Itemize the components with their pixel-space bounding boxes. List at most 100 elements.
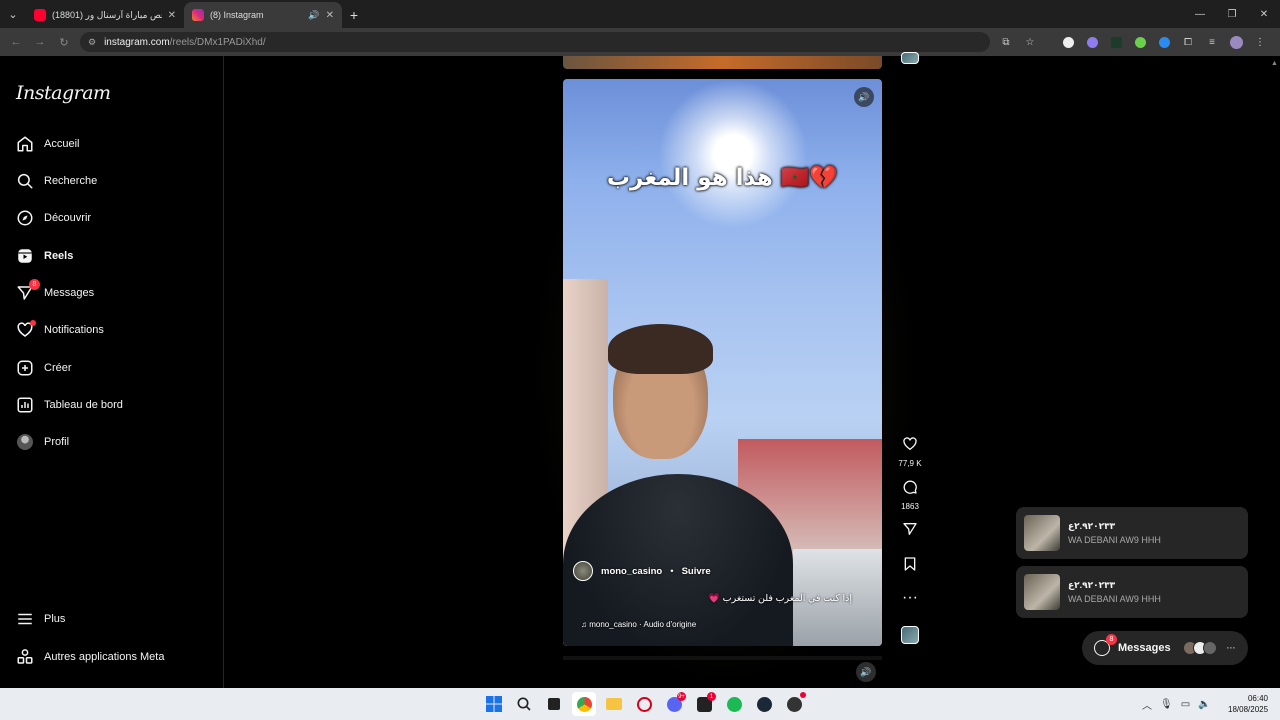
- follow-button[interactable]: Suivre: [682, 566, 711, 577]
- speaker-icon[interactable]: 🔈: [1198, 699, 1210, 710]
- close-window-button[interactable]: ✕: [1248, 0, 1280, 28]
- sidebar-item-dashboard[interactable]: Tableau de bord: [16, 393, 123, 417]
- forward-button[interactable]: →: [28, 36, 52, 48]
- more-horizontal-icon[interactable]: ···: [902, 590, 918, 606]
- sidebar-item-label: Recherche: [44, 175, 98, 187]
- tab-search-button[interactable]: ⌄: [0, 0, 26, 28]
- separator: •: [670, 565, 674, 577]
- more-avatars-indicator: ···: [1226, 643, 1236, 653]
- scrollbar-up-arrow[interactable]: ▲: [1271, 60, 1278, 67]
- extensions-area: ⧉ ☆ ⧠ ≡ ⋮: [996, 28, 1270, 56]
- discord-icon[interactable]: 9+: [662, 692, 686, 716]
- spotify-icon[interactable]: [722, 692, 746, 716]
- next-reel-edge[interactable]: [563, 656, 882, 660]
- address-bar[interactable]: ⚙ instagram.com /reels/DMx1PADiXhd/: [80, 32, 990, 52]
- tab-close-icon[interactable]: ✕: [168, 10, 176, 21]
- back-button[interactable]: ←: [4, 36, 28, 48]
- share-icon[interactable]: [902, 521, 918, 541]
- reel-overlay-title: هذا هو المغرب 🇲🇦💔: [606, 165, 839, 191]
- home-icon: [16, 135, 34, 153]
- site-info-icon[interactable]: ⚙: [88, 37, 96, 48]
- like-action[interactable]: 77,9 K: [896, 436, 924, 468]
- install-app-icon[interactable]: ⧉: [996, 32, 1016, 52]
- comment-count: 1863: [901, 502, 919, 511]
- profile-avatar[interactable]: [1226, 32, 1246, 52]
- audio-thumbnail[interactable]: [901, 626, 919, 644]
- comment-icon[interactable]: [902, 479, 918, 499]
- sidebar-item-label: Plus: [44, 613, 66, 625]
- file-explorer-icon[interactable]: [602, 692, 626, 716]
- sidebar-item-profile[interactable]: Profil: [16, 430, 69, 454]
- previous-reel-edge[interactable]: [563, 56, 882, 69]
- sidebar-item-more[interactable]: Plus: [16, 607, 65, 631]
- browser-toolbar: ← → ↻ ⚙ instagram.com /reels/DMx1PADiXhd…: [0, 28, 1280, 56]
- comment-action[interactable]: 1863: [896, 479, 924, 511]
- notify-dot: [800, 692, 806, 698]
- sidebar-item-notifications[interactable]: Notifications: [16, 318, 104, 342]
- save-action[interactable]: [896, 556, 924, 576]
- extension-icon[interactable]: [1082, 32, 1102, 52]
- tray-chevron-up-icon[interactable]: ︿: [1142, 697, 1152, 712]
- steam-icon[interactable]: [752, 692, 776, 716]
- extension-icon[interactable]: [1154, 32, 1174, 52]
- messenger-icon: 8: [1094, 634, 1117, 656]
- clock-date: 18/08/2025: [1228, 705, 1269, 714]
- system-clock[interactable]: 06:40 18/08/2025: [1228, 693, 1268, 715]
- extension-icon[interactable]: [1058, 32, 1078, 52]
- tab-close-icon[interactable]: ✕: [326, 10, 334, 21]
- sidebar-item-messages[interactable]: 8 Messages: [16, 279, 94, 305]
- new-tab-button[interactable]: +: [342, 2, 366, 28]
- reading-list-icon[interactable]: ≡: [1202, 32, 1222, 52]
- reel-username[interactable]: mono_casino: [601, 566, 662, 577]
- browser-tab-instagram[interactable]: (8) Instagram 🔊 ✕: [184, 2, 342, 28]
- sidebar-item-meta-apps[interactable]: Autres applications Meta: [16, 645, 164, 669]
- tab-title: (18801) ملخص مباراة آرسنال ور: [52, 9, 162, 20]
- app-icon-dark[interactable]: 1: [692, 692, 716, 716]
- avatar[interactable]: [573, 561, 593, 581]
- reload-button[interactable]: ↻: [52, 36, 76, 49]
- microphone-icon[interactable]: 🎙: [1160, 699, 1173, 710]
- volume-icon[interactable]: 🔊: [854, 87, 874, 107]
- extension-icon[interactable]: [1106, 32, 1126, 52]
- sidebar-item-explore[interactable]: Découvrir: [16, 206, 91, 230]
- chrome-icon[interactable]: [572, 692, 596, 716]
- task-view-icon[interactable]: [542, 692, 566, 716]
- app-icon-red[interactable]: [632, 692, 656, 716]
- browser-tab-youtube[interactable]: (18801) ملخص مباراة آرسنال ور ✕: [26, 2, 184, 28]
- taskbar-apps: 9+ 1: [482, 688, 806, 720]
- window-controls: — ❐ ✕: [1184, 0, 1280, 28]
- browser-menu-icon[interactable]: ⋮: [1250, 32, 1270, 52]
- sidebar-item-search[interactable]: Recherche: [16, 169, 97, 193]
- share-action[interactable]: [896, 521, 924, 541]
- reel-video[interactable]: هذا هو المغرب 🇲🇦💔 🔊 mono_casino • Suivre…: [563, 79, 882, 646]
- like-count: 77,9 K: [898, 459, 922, 468]
- reel-audio-link[interactable]: ♫ mono_casino · Audio d'origine: [581, 620, 696, 629]
- bookmark-star-icon[interactable]: ☆: [1020, 32, 1040, 52]
- message-notification[interactable]: ٢.٩٢٠٢٣٣ع WA DEBANI AW9 HHH: [1016, 507, 1248, 559]
- sidebar-item-create[interactable]: Créer: [16, 356, 72, 380]
- network-icon[interactable]: ▭: [1181, 699, 1190, 710]
- reel-caption[interactable]: إذا كنت في المغرب فلن تستغرب 💗: [708, 593, 852, 604]
- restore-button[interactable]: ❐: [1216, 0, 1248, 28]
- search-icon[interactable]: [512, 692, 536, 716]
- minimize-button[interactable]: —: [1184, 0, 1216, 28]
- messenger-icon: 8: [16, 279, 40, 302]
- tab-audio-icon[interactable]: 🔊: [308, 10, 319, 21]
- menu-icon: [16, 610, 34, 628]
- extensions-puzzle-icon[interactable]: ⧠: [1178, 32, 1198, 52]
- messages-badge: 8: [1106, 634, 1117, 645]
- sidebar-item-home[interactable]: Accueil: [16, 132, 79, 156]
- volume-icon[interactable]: 🔊: [856, 662, 876, 682]
- previous-audio-thumbnail[interactable]: [901, 52, 919, 64]
- instagram-logo[interactable]: Instagram: [16, 82, 111, 104]
- message-notification[interactable]: ٢.٩٢٠٢٣٣ع WA DEBANI AW9 HHH: [1016, 566, 1248, 618]
- sidebar-item-reels[interactable]: Reels: [16, 244, 73, 268]
- more-options[interactable]: ···: [896, 590, 924, 606]
- heart-icon[interactable]: [902, 436, 918, 456]
- windows-start-icon[interactable]: [482, 692, 506, 716]
- avatar: [1202, 641, 1217, 655]
- extension-icon[interactable]: [1130, 32, 1150, 52]
- messages-pill[interactable]: 8 Messages ···: [1082, 631, 1248, 665]
- bookmark-icon[interactable]: [902, 556, 918, 576]
- app-icon-notify[interactable]: [782, 692, 806, 716]
